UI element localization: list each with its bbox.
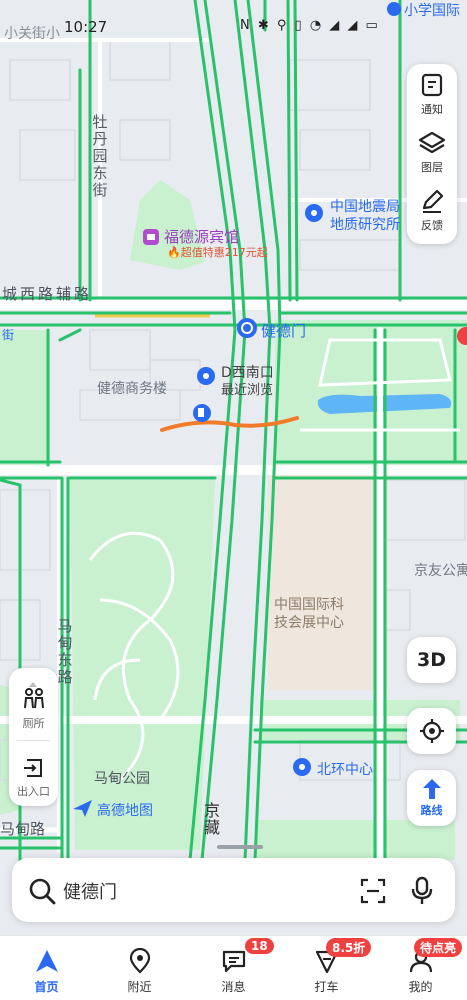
label-jiande-bldg: 健德商务楼 <box>97 381 167 397</box>
navigation-arrow-icon <box>35 950 58 972</box>
message-icon <box>222 950 245 973</box>
label-quake2: 地质研究所 <box>330 217 400 233</box>
tab-nearby-label: 附近 <box>127 980 152 994</box>
route-button[interactable]: 路线 <box>407 770 456 826</box>
label-recent: 最近浏览 <box>221 383 274 398</box>
tab-home-label: 首页 <box>34 980 59 994</box>
chevron-up-icon <box>29 672 37 687</box>
tab-nearby[interactable]: 附近 <box>93 936 186 1000</box>
label-jingzang: 京藏 <box>203 801 220 837</box>
label-amap: 高德地图 <box>97 803 153 819</box>
north-center-marker <box>293 758 311 776</box>
label-madian-park: 马甸公园 <box>94 771 150 787</box>
status-icons: N ✱ ⚲ ▯ ◔ ◢ ◢ ▭ <box>240 18 380 33</box>
label-madian-road: 马甸路 <box>0 820 46 838</box>
entrance-icon <box>23 759 42 777</box>
tab-me-label: 我的 <box>408 980 433 994</box>
search-input[interactable]: 健德门 <box>63 878 117 904</box>
route-label: 路线 <box>420 804 443 817</box>
tab-messages-label: 消息 <box>221 980 246 994</box>
left-tool-panel: 厕所 出入口 <box>9 668 58 806</box>
tab-home[interactable]: 首页 <box>0 936 93 1000</box>
locate-button[interactable] <box>407 708 456 754</box>
toilet-label: 厕所 <box>22 717 45 730</box>
scan-icon[interactable] <box>360 878 386 904</box>
label-jiandemen[interactable]: 健德门 <box>261 320 306 341</box>
label-north-center[interactable]: 北环中心 <box>317 759 373 779</box>
tab-taxi-label: 打车 <box>314 980 339 994</box>
me-badge: 待点亮 <box>414 938 463 957</box>
microphone-icon[interactable] <box>411 876 433 906</box>
label-expo2: 技会展中心 <box>274 615 344 631</box>
label-jingyou: 京友公寓 <box>414 563 467 579</box>
notify-button[interactable]: 通知 <box>407 72 457 117</box>
feedback-label: 反馈 <box>421 219 443 232</box>
gas-station-marker <box>193 404 211 422</box>
map-view[interactable] <box>0 0 467 1000</box>
search-bar[interactable]: 健德门 <box>12 858 455 922</box>
label-quake1[interactable]: 中国地震局 <box>330 196 400 216</box>
tab-me[interactable]: 我的 待点亮 <box>374 936 467 1000</box>
label-expo1: 中国国际科 <box>274 597 344 613</box>
location-pin-marker <box>197 367 215 385</box>
feedback-icon <box>422 189 444 213</box>
toilet-icon <box>23 688 44 709</box>
status-bar: 10:27 N ✱ ⚲ ▯ ◔ ◢ ◢ ▭ <box>0 0 467 40</box>
subway-marker <box>237 318 257 338</box>
three-d-label: 3D <box>417 649 446 671</box>
tab-taxi[interactable]: 打车 8.5折 <box>280 936 373 1000</box>
location-pin-icon <box>129 948 150 974</box>
layers-button[interactable]: 图层 <box>407 130 457 175</box>
research-institute-marker <box>305 204 323 222</box>
drag-handle[interactable] <box>217 845 263 849</box>
layers-icon <box>418 131 446 154</box>
label-mudanyuan: 牡丹园东街 <box>92 113 108 199</box>
messages-badge: 18 <box>245 938 274 954</box>
three-d-button[interactable]: 3D <box>407 637 456 683</box>
label-madian-east: 马甸东路 <box>57 617 73 686</box>
tab-messages[interactable]: 消息 18 <box>187 936 280 1000</box>
entrance-label: 出入口 <box>17 785 50 798</box>
search-icon <box>29 878 56 905</box>
label-road-west: 城西路辅路 <box>2 285 93 303</box>
panel-divider <box>17 740 50 741</box>
right-tool-panel: 通知 图层 反馈 <box>407 64 457 244</box>
label-jie: 街 <box>2 328 15 342</box>
entrance-button[interactable]: 出入口 <box>9 756 58 799</box>
route-arrow-icon <box>422 779 441 799</box>
toilet-button[interactable]: 厕所 <box>9 688 58 731</box>
notify-label: 通知 <box>421 103 443 116</box>
locate-icon <box>419 719 444 743</box>
label-fudeyuan-promo: 🔥超值特惠217元起 <box>167 246 268 259</box>
bottom-tab-bar: 首页 附近 消息 18 打车 8.5折 我的 待点亮 <box>0 935 467 1000</box>
status-time: 10:27 <box>64 18 108 36</box>
taxi-badge: 8.5折 <box>326 938 372 957</box>
layers-label: 图层 <box>421 161 443 174</box>
notify-icon <box>421 73 443 97</box>
promo-text: 超值特惠217元起 <box>180 246 268 259</box>
feedback-button[interactable]: 反馈 <box>407 188 457 233</box>
hotel-marker <box>143 229 159 245</box>
